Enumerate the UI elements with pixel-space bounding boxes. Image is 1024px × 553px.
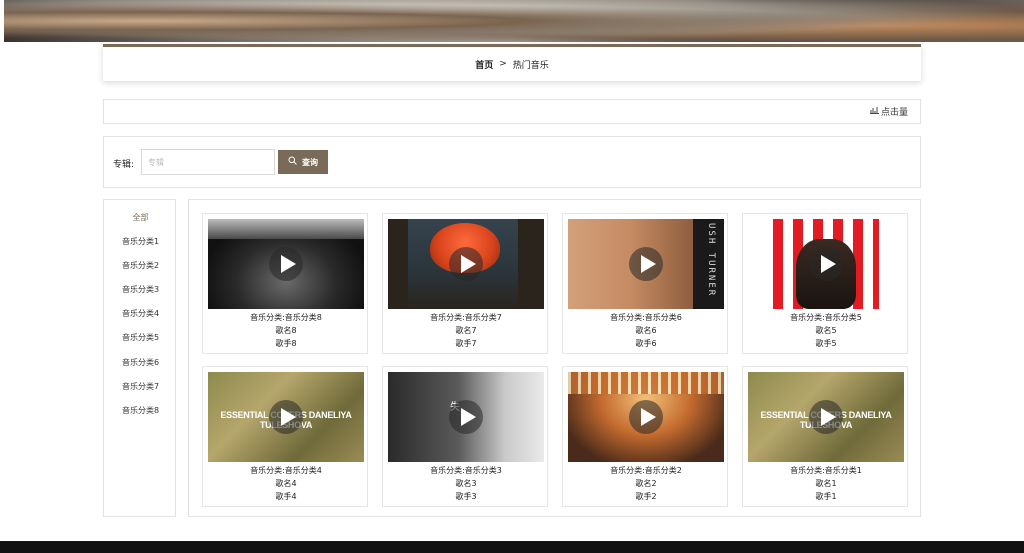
song-card[interactable]: ESSENTIAL COVERS DANELIYA TULESHOVA 音乐分类… bbox=[202, 366, 368, 507]
category-sidebar: 全部 音乐分类1 音乐分类2 音乐分类3 音乐分类4 音乐分类5 音乐分类6 音… bbox=[103, 199, 176, 517]
play-icon[interactable] bbox=[809, 247, 843, 281]
song-name: 歌名5 bbox=[815, 326, 837, 335]
album-search-input[interactable]: 专辑 bbox=[141, 149, 275, 175]
song-name: 歌名8 bbox=[275, 326, 297, 335]
song-singer: 歌手2 bbox=[635, 492, 657, 501]
category-all[interactable]: 全部 bbox=[104, 212, 177, 223]
song-cover-image[interactable]: 失 bbox=[388, 372, 544, 462]
song-category: 音乐分类:音乐分类7 bbox=[430, 313, 502, 322]
cover-text: USH TURNER bbox=[706, 223, 716, 298]
breadcrumb: 首页 > 热门音乐 bbox=[103, 44, 921, 81]
song-cover-image[interactable] bbox=[568, 372, 724, 462]
breadcrumb-home-link[interactable]: 首页 bbox=[475, 58, 493, 71]
song-singer: 歌手4 bbox=[275, 492, 297, 501]
play-icon[interactable] bbox=[269, 400, 303, 434]
category-item[interactable]: 音乐分类1 bbox=[104, 236, 177, 247]
play-icon[interactable] bbox=[449, 400, 483, 434]
footer-bar bbox=[0, 541, 1024, 553]
song-category: 音乐分类:音乐分类6 bbox=[610, 313, 682, 322]
album-label: 专辑: bbox=[113, 160, 135, 170]
breadcrumb-separator: > bbox=[499, 59, 507, 69]
search-button-label: 查询 bbox=[302, 157, 318, 167]
song-category: 音乐分类:音乐分类2 bbox=[610, 466, 682, 475]
category-item[interactable]: 音乐分类6 bbox=[104, 357, 177, 368]
song-card[interactable]: 音乐分类:音乐分类7 歌名7 歌手7 bbox=[382, 213, 548, 354]
song-name: 歌名7 bbox=[455, 326, 477, 335]
song-card[interactable]: 音乐分类:音乐分类5 歌名5 歌手5 bbox=[742, 213, 908, 354]
song-category: 音乐分类:音乐分类5 bbox=[790, 313, 862, 322]
song-name: 歌名4 bbox=[275, 479, 297, 488]
song-category: 音乐分类:音乐分类4 bbox=[250, 466, 322, 475]
song-category: 音乐分类:音乐分类3 bbox=[430, 466, 502, 475]
song-singer: 歌手3 bbox=[455, 492, 477, 501]
category-item[interactable]: 音乐分类5 bbox=[104, 332, 177, 343]
song-name: 歌名1 bbox=[815, 479, 837, 488]
song-name: 歌名2 bbox=[635, 479, 657, 488]
song-cover-image[interactable] bbox=[208, 219, 364, 309]
song-card[interactable]: USH TURNER 音乐分类:音乐分类6 歌名6 歌手6 bbox=[562, 213, 728, 354]
play-icon[interactable] bbox=[809, 400, 843, 434]
header-banner-image bbox=[4, 0, 1024, 42]
song-cover-image[interactable] bbox=[748, 219, 904, 309]
song-singer: 歌手1 bbox=[815, 492, 837, 501]
category-item[interactable]: 音乐分类7 bbox=[104, 381, 177, 392]
song-name: 歌名6 bbox=[635, 326, 657, 335]
category-item[interactable]: 音乐分类8 bbox=[104, 405, 177, 416]
category-item[interactable]: 音乐分类4 bbox=[104, 308, 177, 319]
song-category: 音乐分类:音乐分类8 bbox=[250, 313, 322, 322]
song-cover-image[interactable]: USH TURNER bbox=[568, 219, 724, 309]
search-button[interactable]: 查询 bbox=[278, 150, 328, 174]
chart-icon bbox=[869, 106, 879, 117]
song-grid: 音乐分类:音乐分类8 歌名8 歌手8 音乐分类:音乐分类7 歌名7 歌手7 US… bbox=[188, 199, 921, 517]
play-icon[interactable] bbox=[629, 247, 663, 281]
search-icon bbox=[288, 156, 297, 168]
song-category: 音乐分类:音乐分类1 bbox=[790, 466, 862, 475]
song-singer: 歌手7 bbox=[455, 339, 477, 348]
song-card[interactable]: 失 音乐分类:音乐分类3 歌名3 歌手3 bbox=[382, 366, 548, 507]
sort-bar: 点击量 bbox=[103, 99, 921, 124]
song-singer: 歌手5 bbox=[815, 339, 837, 348]
song-name: 歌名3 bbox=[455, 479, 477, 488]
play-icon[interactable] bbox=[449, 247, 483, 281]
song-cover-image[interactable] bbox=[388, 219, 544, 309]
song-singer: 歌手8 bbox=[275, 339, 297, 348]
song-card[interactable]: 音乐分类:音乐分类2 歌名2 歌手2 bbox=[562, 366, 728, 507]
breadcrumb-current: 热门音乐 bbox=[512, 60, 549, 71]
play-icon[interactable] bbox=[629, 400, 663, 434]
category-item[interactable]: 音乐分类3 bbox=[104, 284, 177, 295]
song-card[interactable]: 音乐分类:音乐分类8 歌名8 歌手8 bbox=[202, 213, 368, 354]
sort-by-clicks-button[interactable]: 点击量 bbox=[881, 105, 908, 118]
song-card[interactable]: ESSENTIAL COVERS DANELIYA TULESHOVA 音乐分类… bbox=[742, 366, 908, 507]
song-singer: 歌手6 bbox=[635, 339, 657, 348]
play-icon[interactable] bbox=[269, 247, 303, 281]
category-item[interactable]: 音乐分类2 bbox=[104, 260, 177, 271]
song-cover-image[interactable]: ESSENTIAL COVERS DANELIYA TULESHOVA bbox=[208, 372, 364, 462]
search-panel: 专辑: 专辑 查询 bbox=[103, 136, 921, 188]
song-cover-image[interactable]: ESSENTIAL COVERS DANELIYA TULESHOVA bbox=[748, 372, 904, 462]
